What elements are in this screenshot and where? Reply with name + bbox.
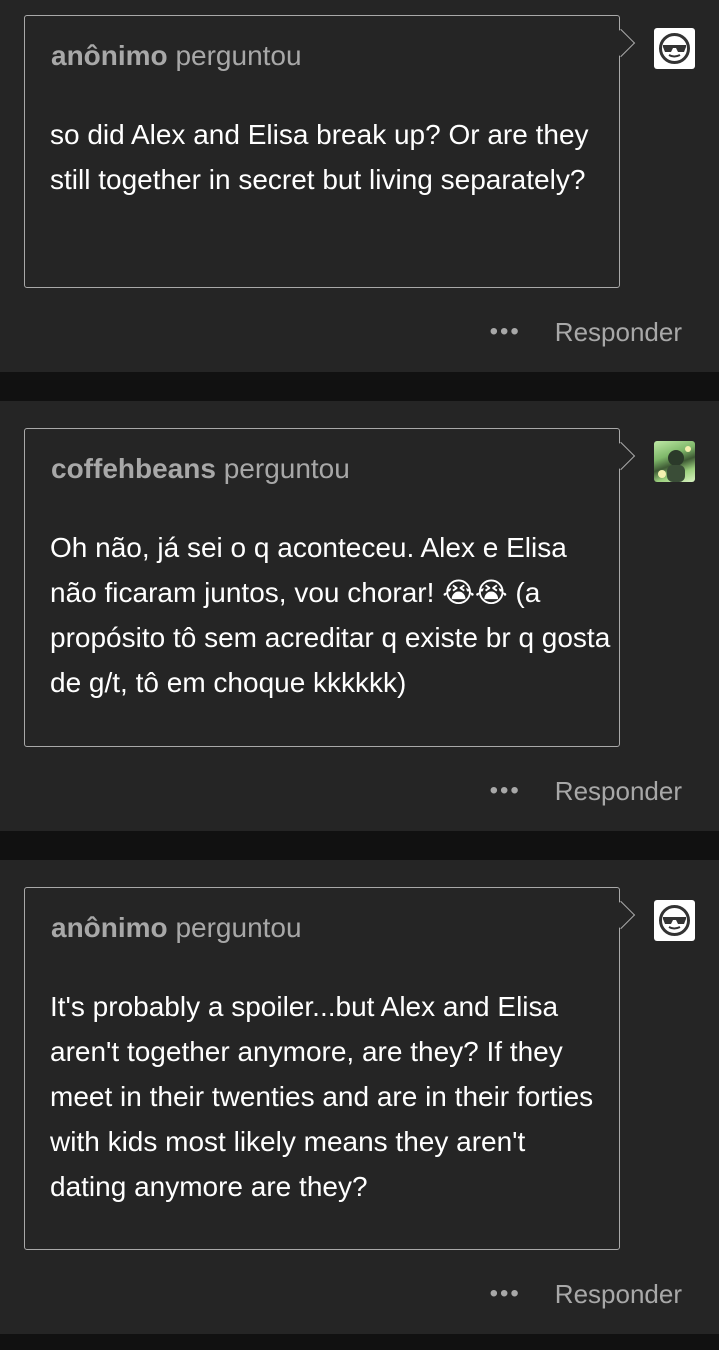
asker-name[interactable]: anônimo xyxy=(51,40,168,71)
ask-card: anônimo perguntou It's probably a spoile… xyxy=(0,860,719,1334)
post-actions: ••• Responder xyxy=(490,1274,682,1314)
post-actions: ••• Responder xyxy=(490,312,682,352)
ask-card: coffehbeans perguntou Oh não, já sei o q… xyxy=(0,401,719,831)
reply-button[interactable]: Responder xyxy=(555,317,682,348)
more-options-icon[interactable]: ••• xyxy=(490,1282,521,1306)
reply-button[interactable]: Responder xyxy=(555,776,682,807)
question-text: It's probably a spoiler...but Alex and E… xyxy=(50,991,594,1202)
question-bubble: anônimo perguntou so did Alex and Elisa … xyxy=(24,15,636,288)
asked-verb: perguntou xyxy=(223,453,350,484)
asked-verb: perguntou xyxy=(175,40,302,71)
more-options-icon[interactable]: ••• xyxy=(490,779,521,803)
asker-line: coffehbeans perguntou xyxy=(51,453,350,485)
post-actions: ••• Responder xyxy=(490,771,682,811)
bubble-tail xyxy=(606,900,636,930)
bubble-tail xyxy=(606,28,636,58)
anonymous-sunglasses-avatar-icon[interactable] xyxy=(654,900,695,941)
question-bubble: anônimo perguntou It's probably a spoile… xyxy=(24,887,636,1250)
question-text: so did Alex and Elisa break up? Or are t… xyxy=(50,119,589,195)
anonymous-sunglasses-avatar-icon[interactable] xyxy=(654,28,695,69)
question-text: Oh não, já sei o q aconteceu. Alex e Eli… xyxy=(50,532,611,698)
question-bubble: coffehbeans perguntou Oh não, já sei o q… xyxy=(24,428,636,747)
ask-card: anônimo perguntou so did Alex and Elisa … xyxy=(0,0,719,372)
reply-button[interactable]: Responder xyxy=(555,1279,682,1310)
bubble-tail xyxy=(606,441,636,471)
asker-name[interactable]: anônimo xyxy=(51,912,168,943)
asker-line: anônimo perguntou xyxy=(51,40,302,72)
asker-name[interactable]: coffehbeans xyxy=(51,453,216,484)
asked-verb: perguntou xyxy=(175,912,302,943)
user-photo-avatar[interactable] xyxy=(654,441,695,482)
more-options-icon[interactable]: ••• xyxy=(490,320,521,344)
asker-line: anônimo perguntou xyxy=(51,912,302,944)
